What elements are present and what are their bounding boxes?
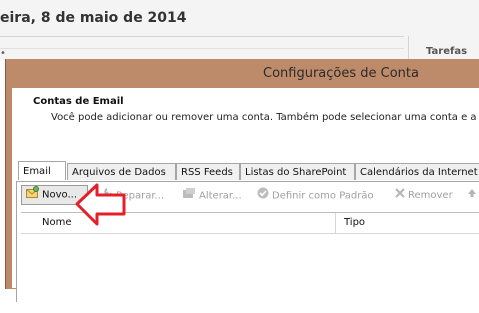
divider (0, 36, 404, 37)
arrow-up-icon (467, 187, 477, 205)
divider (0, 48, 404, 49)
section-description: Você pode adicionar ou remover uma conta… (51, 112, 477, 123)
date-heading: eira, 8 de maio de 2014 (0, 10, 187, 26)
new-account-icon (26, 186, 39, 205)
set-default-button[interactable]: Definir como Padrão (257, 187, 374, 205)
checkmark-circle-icon (257, 187, 269, 206)
move-up-button[interactable] (467, 187, 479, 205)
section-title: Contas de Email (33, 96, 124, 107)
tab-data-files[interactable]: Arquivos de Dados (67, 163, 176, 180)
annotation-arrow-icon (75, 183, 126, 226)
list-bullet: • (0, 48, 6, 59)
account-settings-dialog: Configurações de Conta Contas de Email V… (5, 59, 479, 313)
column-header-name[interactable]: Nome (42, 217, 72, 228)
remove-button[interactable]: Remover (395, 187, 453, 205)
change-icon (182, 187, 196, 206)
dialog-title: Configurações de Conta (263, 66, 419, 81)
tab-sharepoint-lists[interactable]: Listas do SharePoint (240, 163, 355, 180)
close-icon (395, 187, 405, 205)
tab-strip: Email Arquivos de Dados RSS Feeds Listas… (16, 161, 479, 182)
column-header-type[interactable]: Tipo (344, 217, 365, 228)
tab-internet-calendars[interactable]: Calendários da Internet (355, 163, 479, 180)
tab-email[interactable]: Email (18, 161, 66, 180)
tab-rss-feeds[interactable]: RSS Feeds (176, 163, 240, 180)
change-button[interactable]: Alterar... (182, 187, 242, 205)
account-list[interactable]: Nome Tipo (21, 212, 479, 313)
column-separator[interactable] (335, 213, 336, 233)
tasks-pane-title: Tarefas (426, 46, 468, 57)
